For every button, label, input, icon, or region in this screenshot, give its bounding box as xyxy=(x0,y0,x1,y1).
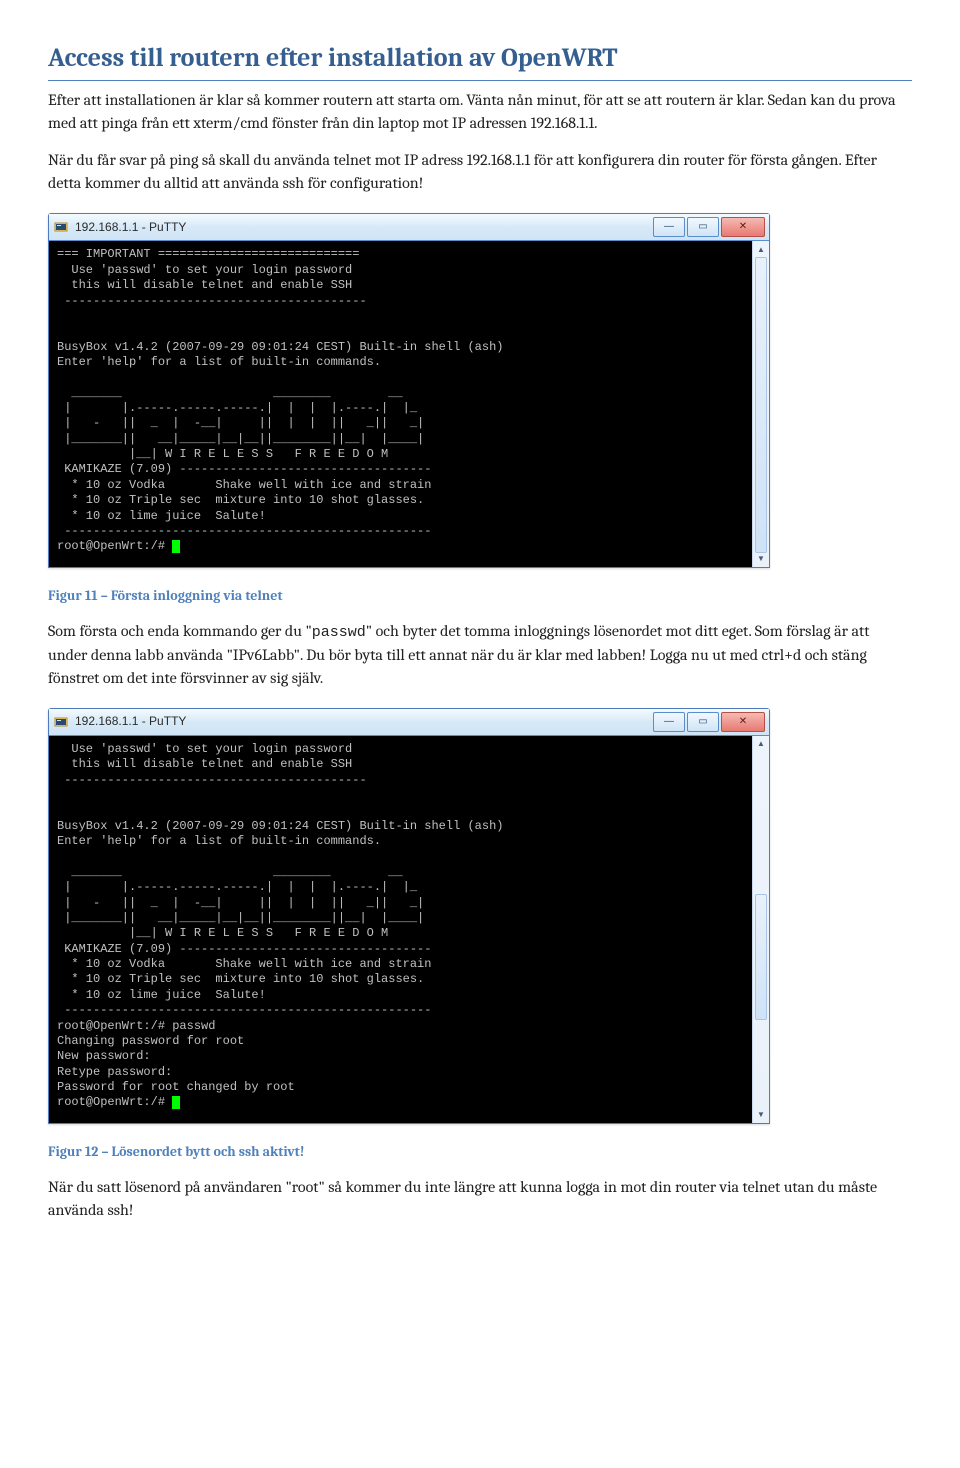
section-heading: Access till routern efter installation a… xyxy=(48,40,912,81)
titlebar: 192.168.1.1 - PuTTY — ▭ ✕ xyxy=(49,214,769,241)
scroll-track[interactable] xyxy=(753,257,769,550)
paragraph-3: När du satt lösenord på användaren "root… xyxy=(48,1176,912,1222)
scroll-track[interactable] xyxy=(753,752,769,1107)
window-buttons: — ▭ ✕ xyxy=(653,217,765,237)
putty-icon xyxy=(53,219,69,235)
window-title: 192.168.1.1 - PuTTY xyxy=(75,219,653,236)
minimize-button[interactable]: — xyxy=(653,712,685,732)
figure-caption-11: Figur 11 – Första inloggning via telnet xyxy=(48,586,912,606)
titlebar: 192.168.1.1 - PuTTY — ▭ ✕ xyxy=(49,709,769,736)
maximize-button[interactable]: ▭ xyxy=(687,712,719,732)
minimize-button[interactable]: — xyxy=(653,217,685,237)
scroll-thumb[interactable] xyxy=(755,894,767,1020)
putty-window-2: 192.168.1.1 - PuTTY — ▭ ✕ Use 'passwd' t… xyxy=(48,708,770,1124)
scroll-up-icon[interactable]: ▲ xyxy=(753,736,769,752)
scrollbar[interactable]: ▲ ▼ xyxy=(752,736,769,1123)
scroll-down-icon[interactable]: ▼ xyxy=(753,551,769,567)
window-buttons: — ▭ ✕ xyxy=(653,712,765,732)
scroll-thumb[interactable] xyxy=(755,257,767,552)
terminal-output: === IMPORTANT ==========================… xyxy=(49,241,752,566)
passwd-command: passwd xyxy=(312,624,366,641)
putty-icon xyxy=(53,714,69,730)
scrollbar[interactable]: ▲ ▼ xyxy=(752,241,769,566)
paragraph-2: Som första och enda kommando ger du "pas… xyxy=(48,620,912,690)
paragraph-1b: När du får svar på ping så skall du anvä… xyxy=(48,149,912,195)
scroll-down-icon[interactable]: ▼ xyxy=(753,1107,769,1123)
window-title: 192.168.1.1 - PuTTY xyxy=(75,713,653,730)
terminal-body[interactable]: === IMPORTANT ==========================… xyxy=(49,241,769,566)
close-button[interactable]: ✕ xyxy=(721,217,765,237)
scroll-up-icon[interactable]: ▲ xyxy=(753,241,769,257)
paragraph-1a: Efter att installationen är klar så komm… xyxy=(48,89,912,135)
terminal-output: Use 'passwd' to set your login password … xyxy=(49,736,752,1123)
putty-window-1: 192.168.1.1 - PuTTY — ▭ ✕ === IMPORTANT … xyxy=(48,213,770,567)
cursor-icon xyxy=(172,540,180,553)
maximize-button[interactable]: ▭ xyxy=(687,217,719,237)
close-button[interactable]: ✕ xyxy=(721,712,765,732)
figure-caption-12: Figur 12 – Lösenordet bytt och ssh aktiv… xyxy=(48,1142,912,1162)
cursor-icon xyxy=(172,1096,180,1109)
terminal-body[interactable]: Use 'passwd' to set your login password … xyxy=(49,736,769,1123)
